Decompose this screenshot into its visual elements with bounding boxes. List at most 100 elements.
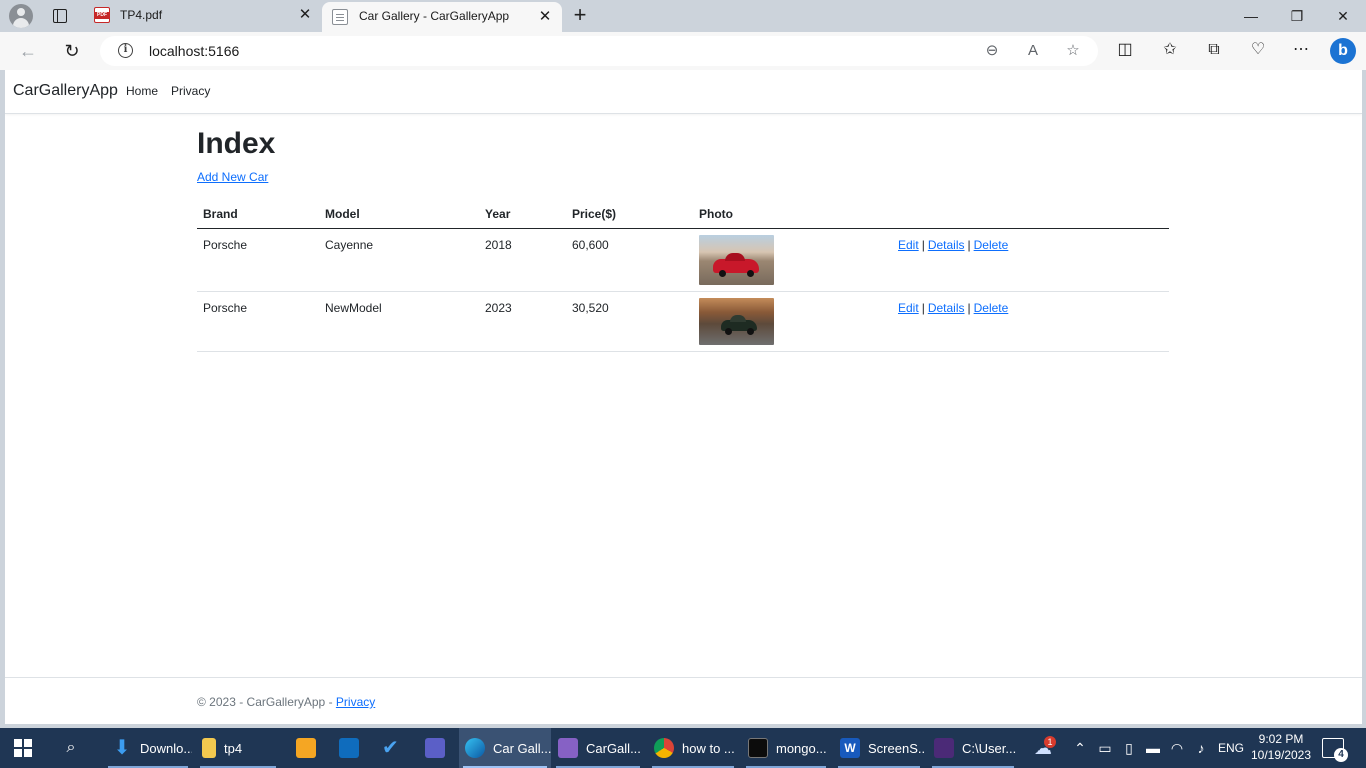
copyright-text: © 2023 - CarGalleryApp - — [197, 695, 333, 709]
new-tab-icon[interactable]: + — [570, 4, 590, 26]
column-header-year: Year — [479, 202, 566, 229]
clock-date: 10/19/2023 — [1250, 748, 1312, 762]
more-options-icon[interactable]: ⋯ — [1290, 39, 1312, 61]
edit-link[interactable]: Edit — [898, 238, 919, 252]
favorite-star-icon[interactable]: ☆ — [1063, 41, 1083, 61]
cell-brand: Porsche — [197, 291, 319, 352]
action-separator: | — [921, 237, 925, 252]
volume-icon[interactable]: ♪ — [1192, 739, 1210, 757]
nav-link-privacy[interactable]: Privacy — [171, 84, 210, 98]
footer-privacy-link[interactable]: Privacy — [336, 695, 375, 709]
cell-year: 2018 — [479, 228, 566, 292]
split-screen-icon[interactable]: ◫ — [1114, 39, 1136, 61]
battery-icon[interactable]: ▬ — [1144, 739, 1162, 757]
table-row: Porsche NewModel 2023 30,520 Edit | Detail… — [197, 291, 1169, 352]
back-icon[interactable]: ← — [16, 39, 40, 63]
collections-icon[interactable]: ⧉ — [1203, 39, 1225, 61]
nav-link-home[interactable]: Home — [126, 84, 158, 98]
read-aloud-icon[interactable]: A — [1023, 41, 1043, 61]
minimize-icon[interactable]: — — [1228, 0, 1274, 32]
clock-time: 9:02 PM — [1258, 732, 1304, 746]
cell-brand: Porsche — [197, 228, 319, 292]
details-link[interactable]: Details — [928, 301, 965, 315]
taskbar-item-chrome[interactable]: how to ... — [648, 728, 738, 768]
terminal-icon — [748, 738, 768, 758]
taskbar-todo-icon[interactable]: ✔ — [382, 728, 404, 768]
cell-model: NewModel — [319, 291, 479, 352]
favorites-icon[interactable]: ✩ — [1159, 39, 1181, 61]
close-tab-icon[interactable]: ✕ — [298, 7, 312, 22]
cell-year: 2023 — [479, 291, 566, 352]
tab-actions-icon[interactable] — [50, 6, 70, 26]
url-text[interactable]: localhost:5166 — [149, 43, 239, 59]
taskbar-outlook-icon[interactable] — [339, 728, 361, 768]
app-navbar: CarGalleryApp Home Privacy — [5, 70, 1362, 114]
delete-link[interactable]: Delete — [974, 238, 1009, 252]
bing-copilot-icon[interactable]: b — [1330, 38, 1356, 64]
todo-check-icon: ✔ — [382, 737, 399, 759]
tab-title: TP4.pdf — [120, 8, 163, 22]
taskbar-item-tp4-folder[interactable]: tp4 — [196, 728, 280, 768]
taskbar-item-console[interactable]: C:\User... — [928, 728, 1018, 768]
notification-count-badge: 4 — [1334, 748, 1348, 762]
close-tab-icon[interactable]: ✕ — [538, 9, 552, 24]
download-arrow-icon: ⬇ — [113, 737, 131, 759]
app-brand-link[interactable]: CarGalleryApp — [13, 82, 118, 100]
language-indicator[interactable]: ENG — [1218, 741, 1244, 755]
address-bar[interactable]: i localhost:5166 ⊖ A ☆ — [100, 36, 1098, 66]
windows-taskbar: ⌕ ⬇ Downlo... tp4 ✔ Car Gall... CarGall.… — [0, 728, 1366, 768]
device-icon[interactable]: ▯ — [1120, 739, 1138, 757]
cars-table: Brand Model Year Price($) Photo Porsche … — [197, 202, 1169, 352]
table-row: Porsche Cayenne 2018 60,600 Edit | Details… — [197, 228, 1169, 292]
browser-tab-car-gallery[interactable]: Car Gallery - CarGalleryApp ✕ — [322, 2, 562, 32]
column-header-brand: Brand — [197, 202, 319, 229]
column-header-price: Price($) — [566, 202, 693, 229]
show-hidden-icons-icon[interactable]: ⌃ — [1071, 739, 1089, 757]
windows-start-icon[interactable] — [14, 739, 32, 757]
web-page: CarGalleryApp Home Privacy Index Add New… — [5, 70, 1362, 724]
microsoft-store-icon — [296, 738, 316, 758]
cell-model: Cayenne — [319, 228, 479, 292]
page-footer: © 2023 - CarGalleryApp - Privacy — [5, 677, 1362, 724]
console-icon — [934, 738, 954, 758]
taskbar-item-edge[interactable]: Car Gall... — [459, 728, 551, 768]
delete-link[interactable]: Delete — [974, 301, 1009, 315]
tab-title: Car Gallery - CarGalleryApp — [359, 9, 510, 23]
profile-avatar-icon[interactable] — [9, 4, 33, 28]
table-header-row: Brand Model Year Price($) Photo — [197, 202, 1169, 229]
close-window-icon[interactable]: ✕ — [1320, 0, 1366, 32]
wifi-icon[interactable]: ◠ — [1168, 739, 1186, 757]
refresh-icon[interactable]: ↻ — [60, 39, 84, 63]
site-info-icon[interactable]: i — [118, 43, 133, 58]
browser-tab-tp4-pdf[interactable]: TP4.pdf ✕ — [84, 0, 322, 32]
taskbar-item-terminal[interactable]: mongo... — [742, 728, 830, 768]
cell-actions: Edit | Details | Delete — [892, 291, 1169, 352]
details-link[interactable]: Details — [928, 238, 965, 252]
meet-now-icon[interactable]: ▭ — [1096, 739, 1114, 757]
browser-essentials-icon[interactable]: ♡ — [1247, 39, 1269, 61]
column-header-model: Model — [319, 202, 479, 229]
footer-text: © 2023 - CarGalleryApp - Privacy — [197, 695, 375, 709]
restore-icon[interactable]: ❐ — [1274, 0, 1320, 32]
outlook-icon — [339, 738, 359, 758]
action-separator: | — [921, 300, 925, 315]
column-header-photo: Photo — [693, 202, 892, 229]
taskbar-item-visual-studio[interactable]: CarGall... — [552, 728, 644, 768]
cell-actions: Edit | Details | Delete — [892, 228, 1169, 292]
cell-photo — [693, 228, 892, 292]
taskbar-store-icon[interactable] — [296, 728, 318, 768]
browser-tab-strip: TP4.pdf ✕ Car Gallery - CarGalleryApp ✕ … — [0, 0, 1366, 32]
visual-studio-icon — [558, 738, 578, 758]
car-photo — [699, 234, 774, 285]
folder-icon — [202, 738, 216, 758]
car-photo — [699, 297, 774, 345]
zoom-icon[interactable]: ⊖ — [982, 41, 1002, 61]
system-clock[interactable]: 9:02 PM 10/19/2023 — [1250, 731, 1312, 763]
edit-link[interactable]: Edit — [898, 301, 919, 315]
search-icon[interactable]: ⌕ — [62, 739, 80, 757]
taskbar-teams-icon[interactable] — [425, 728, 447, 768]
page-title: Index — [197, 127, 276, 160]
add-new-car-link[interactable]: Add New Car — [197, 170, 268, 184]
taskbar-item-word[interactable]: W ScreenS... — [834, 728, 924, 768]
taskbar-item-downloads[interactable]: ⬇ Downlo... — [104, 728, 192, 768]
